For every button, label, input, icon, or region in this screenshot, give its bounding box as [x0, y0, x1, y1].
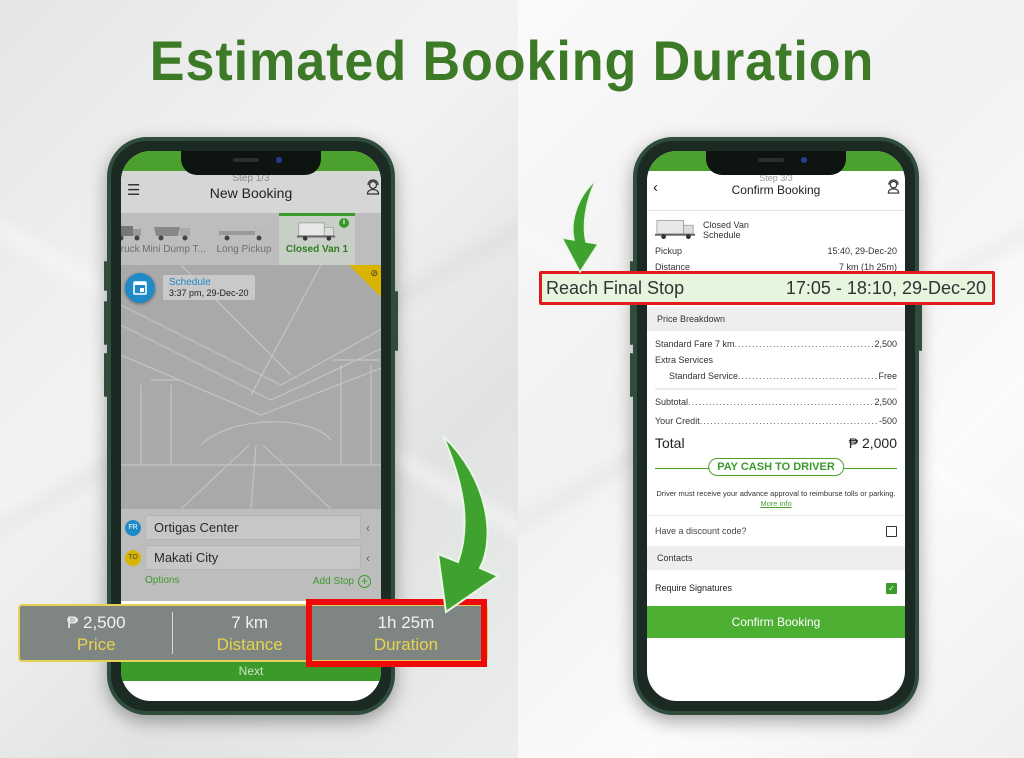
- total-row: Total ₱ 2,000: [655, 429, 897, 455]
- hamburger-icon[interactable]: ☰: [127, 181, 140, 199]
- vehicle-option-long-pickup[interactable]: Long Pickup: [209, 213, 279, 265]
- pickup-label: Pickup: [655, 246, 683, 256]
- traffic-icon: ⊘: [370, 268, 378, 278]
- booking-details: Closed Van Schedule Pickup 15:40, 29-Dec…: [647, 211, 905, 275]
- price-stat: ₱ 2,500 Price: [20, 606, 172, 660]
- reach-final-stop-value: 17:05 - 18:10, 29-Dec-20: [785, 277, 986, 298]
- reach-final-stop-highlight: Reach Final Stop 17:05 - 18:10, 29-Dec-2…: [539, 271, 995, 305]
- schedule-title: Schedule: [169, 277, 211, 288]
- phone-side-button: [104, 301, 107, 345]
- screen-title: Confirm Booking: [731, 183, 821, 197]
- app-header: ☰ Step 1/3 New Booking: [121, 171, 381, 213]
- info-icon[interactable]: i: [339, 218, 349, 228]
- divider: [655, 388, 897, 390]
- dropoff-stop-row: TO Makati City ‹: [125, 545, 375, 570]
- vehicle-name: Closed Van: [703, 220, 749, 230]
- closed-van-icon: [655, 220, 696, 240]
- distance-label: Distance: [216, 635, 283, 654]
- discount-code-checkbox[interactable]: [886, 525, 897, 537]
- confirm-booking-screen: ‹ Step 3/3 Confirm Booking Closed Van Sc…: [647, 151, 905, 701]
- pickup-value: 15:40, 29-Dec-20: [827, 246, 897, 256]
- extra-service-row: Standard Service Free: [655, 368, 897, 384]
- distance-value: 7 km: [231, 613, 269, 632]
- phone-side-button: [630, 301, 633, 345]
- add-stop-button[interactable]: Add Stop +: [313, 575, 371, 588]
- extra-services-heading: Extra Services: [655, 355, 714, 365]
- require-signatures-label: Require Signatures: [655, 583, 733, 593]
- price-label: Price: [76, 635, 116, 654]
- driver-note: Driver must receive your advance approva…: [647, 485, 905, 516]
- reach-final-stop-label: Reach Final Stop: [546, 277, 685, 298]
- require-signatures-row[interactable]: Require Signatures ✓: [647, 570, 905, 606]
- calendar-icon: [133, 281, 147, 295]
- booking-type: Schedule: [703, 230, 741, 240]
- options-link[interactable]: Options: [145, 575, 179, 588]
- payment-method: PAY CASH TO DRIVER: [655, 457, 897, 485]
- vehicle-option-mini-dump-truck[interactable]: Mini Dump T...: [139, 213, 209, 265]
- price-breakdown-heading: Price Breakdown: [647, 307, 905, 331]
- app-header: ‹ Step 3/3 Confirm Booking: [647, 171, 905, 211]
- phone-side-button: [395, 291, 398, 351]
- route-panel: FR Ortigas Center ‹ TO Makati City ‹ Opt…: [121, 509, 381, 601]
- add-stop-label: Add Stop: [312, 576, 354, 587]
- price-breakdown: Standard Fare 7 km 2,500 Extra Services …: [647, 331, 905, 485]
- curved-arrow-icon: [560, 179, 600, 274]
- schedule-button[interactable]: [125, 273, 155, 303]
- chevron-left-icon[interactable]: ‹: [653, 179, 658, 196]
- schedule-tooltip[interactable]: Schedule 3:37 pm, 29-Dec-20: [163, 275, 255, 300]
- contacts-heading: Contacts: [647, 546, 905, 570]
- vehicle-selector: Truck Mini Dump T... Long Pickup i Close…: [121, 213, 381, 265]
- chevron-left-icon[interactable]: ‹: [361, 521, 375, 535]
- phone-side-button: [104, 261, 107, 291]
- discount-code-row[interactable]: Have a discount code?: [647, 516, 905, 546]
- support-agent-icon[interactable]: [886, 179, 901, 197]
- vehicle-summary: Closed Van Schedule: [655, 211, 897, 243]
- dropoff-location-field[interactable]: Makati City: [145, 545, 361, 570]
- schedule-time: 3:37 pm, 29-Dec-20: [169, 288, 249, 298]
- phone-side-button: [630, 353, 633, 397]
- pickup-row: Pickup 15:40, 29-Dec-20: [655, 243, 897, 259]
- phone-notch: [181, 151, 321, 175]
- chevron-left-icon[interactable]: ‹: [361, 551, 375, 565]
- pickup-stop-row: FR Ortigas Center ‹: [125, 515, 375, 540]
- fare-row: Standard Fare 7 km 2,500: [655, 336, 897, 352]
- screen-title: New Booking: [209, 185, 293, 201]
- to-badge: TO: [125, 549, 141, 566]
- credit-row: Your Credit -500: [655, 413, 897, 429]
- page-headline: Estimated Booking Duration: [149, 29, 875, 92]
- price-value: ₱ 2,500: [66, 613, 126, 632]
- confirm-booking-button[interactable]: Confirm Booking: [647, 606, 905, 638]
- curved-arrow-icon: [436, 435, 501, 614]
- plus-circle-icon: +: [358, 575, 371, 588]
- require-signatures-checkbox[interactable]: ✓: [886, 582, 897, 594]
- vehicle-option-closed-van[interactable]: i Closed Van 1: [279, 213, 355, 265]
- phone-notch: [706, 151, 846, 175]
- pay-cash-badge: PAY CASH TO DRIVER: [708, 458, 844, 476]
- from-badge: FR: [125, 519, 141, 536]
- distance-stat: 7 km Distance: [173, 606, 325, 660]
- phone-confirm-booking: ‹ Step 3/3 Confirm Booking Closed Van Sc…: [630, 137, 922, 715]
- subtotal-row: Subtotal 2,500: [655, 394, 897, 410]
- map-view[interactable]: Schedule 3:37 pm, 29-Dec-20 ⊘: [121, 265, 381, 509]
- vehicle-option-truck[interactable]: Truck: [121, 213, 141, 265]
- phone-side-button: [104, 353, 107, 397]
- total-label: Total: [655, 435, 685, 451]
- support-agent-icon[interactable]: [365, 179, 381, 199]
- pickup-location-field[interactable]: Ortigas Center: [145, 515, 361, 540]
- discount-code-label: Have a discount code?: [655, 526, 747, 536]
- more-info-link[interactable]: More info: [760, 499, 791, 508]
- total-value: ₱ 2,000: [848, 435, 897, 451]
- map-illustration: [121, 265, 381, 509]
